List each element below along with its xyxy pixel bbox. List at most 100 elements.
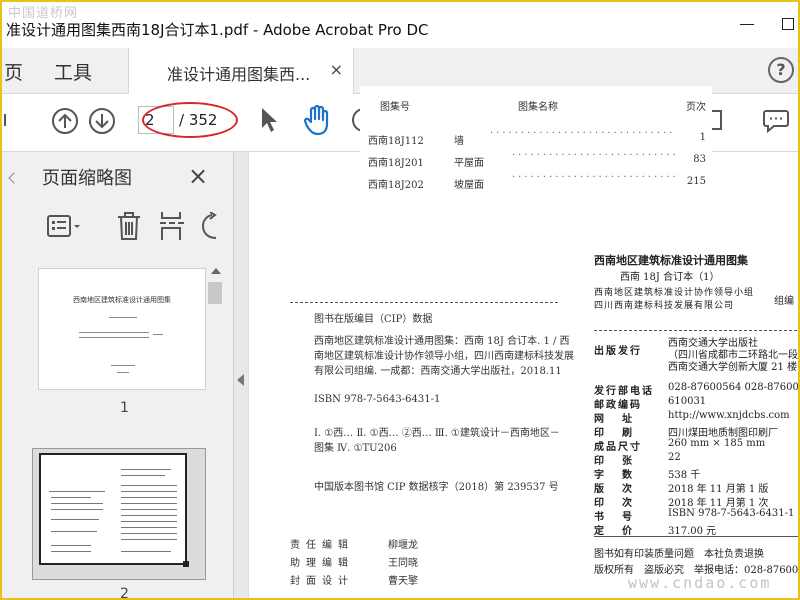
book-subtitle: 西南 18J 合订本（1） xyxy=(620,272,720,283)
pub-value: 028-87600564 028-87600533 xyxy=(668,382,799,393)
thumbnail-2-text-line xyxy=(121,491,177,492)
next-page-button[interactable] xyxy=(89,108,115,134)
document-view[interactable]: 图书在版编目（CIP）数据 西南地区建筑标准设计通用图集：西南 18J 合订本.… xyxy=(248,152,799,598)
credit-name: 柳堰龙 xyxy=(388,540,418,551)
thumbnail-2-text-line xyxy=(51,503,103,504)
table-row: 西南18J202 坡屋面 ···························… xyxy=(360,172,712,192)
thumbnail-options-button[interactable] xyxy=(46,214,84,240)
thumbnail-1-text-line xyxy=(79,332,149,333)
window-title: 准设计通用图集西南18J合订本1.pdf - Adobe Acrobat Pro… xyxy=(6,21,429,39)
thumbnail-2-text-line xyxy=(121,475,165,476)
column-header-page: 页次 xyxy=(686,102,706,113)
thumbnail-2-text-line xyxy=(51,497,91,498)
thumbnail-2-text-line xyxy=(121,509,177,510)
thumbnail-page-2-selected[interactable] xyxy=(32,448,206,580)
author-line: 西南地区建筑标准设计协作领导小组 xyxy=(594,288,755,298)
pub-label: 出版发行 xyxy=(594,346,642,357)
thumbnail-1-text-line xyxy=(153,334,163,335)
divider xyxy=(290,302,558,304)
collapse-panel-icon[interactable] xyxy=(237,374,244,386)
thumbnails-panel: 页面缩略图 × 西南地区建筑标准设计通用图集 1 2 xyxy=(2,152,234,600)
thumbnail-1-number: 1 xyxy=(120,400,129,416)
leader-dots: ······························ xyxy=(512,150,676,161)
thumbnail-2-text-line xyxy=(51,545,91,546)
trash-icon xyxy=(118,212,140,240)
thumbnail-2-text-line xyxy=(121,539,177,540)
tab-home[interactable]: 页 xyxy=(4,58,23,85)
comment-icon xyxy=(763,110,789,134)
thumbnail-resize-handle[interactable] xyxy=(183,561,189,567)
red-highlight-ellipse xyxy=(142,102,238,138)
thumbnail-page-1[interactable]: 西南地区建筑标准设计通用图集 xyxy=(38,268,206,390)
tab-tools[interactable]: 工具 xyxy=(54,58,92,85)
atlas-name: 坡屋面 xyxy=(454,180,484,191)
chevron-left-icon[interactable] xyxy=(4,114,10,126)
pub-label: 网址 xyxy=(594,414,650,425)
atlas-code: 西南18J201 xyxy=(368,158,424,169)
thumbnail-2-text-line xyxy=(51,509,103,510)
pub-value: 538 千 xyxy=(668,470,701,481)
delete-page-button[interactable] xyxy=(116,210,142,246)
atlas-name: 平屋面 xyxy=(454,158,484,169)
credit-role: 责任编辑 xyxy=(290,540,354,551)
credit-name: 王同晓 xyxy=(388,558,418,569)
column-header-code: 图集号 xyxy=(380,102,410,113)
rotate-page-button[interactable] xyxy=(198,211,220,246)
select-tool-button[interactable] xyxy=(259,106,281,138)
book-title: 西南地区建筑标准设计通用图集 xyxy=(594,254,748,267)
divider xyxy=(594,536,798,537)
atlas-page: 83 xyxy=(693,154,706,165)
pub-value: 317.00 元 xyxy=(668,526,717,537)
close-tab-icon[interactable]: × xyxy=(330,60,343,79)
thumbnail-2-text-line xyxy=(121,533,177,534)
panel-title: 页面缩略图 xyxy=(42,168,132,189)
watermark-bottom: www.cndao.com xyxy=(628,574,772,592)
pub-label: 发行部电话 xyxy=(594,386,654,397)
author-line: 四川西南建标科技发展有限公司 xyxy=(594,301,735,311)
thumbnail-2-text-line xyxy=(121,551,171,552)
panel-splitter[interactable] xyxy=(234,152,248,598)
close-panel-icon[interactable]: × xyxy=(188,162,208,190)
divider xyxy=(594,330,798,331)
pub-label: 书号 xyxy=(594,512,650,523)
thumbnail-scrollbar[interactable] xyxy=(206,262,224,598)
pub-label: 定价 xyxy=(594,526,650,537)
extract-pages-button[interactable] xyxy=(158,210,186,246)
scroll-up-icon[interactable] xyxy=(211,268,221,274)
arrow-up-icon xyxy=(58,113,72,128)
panel-pointer-icon xyxy=(8,172,20,184)
atlas-code: 西南18J112 xyxy=(368,136,424,147)
document-tab[interactable]: 准设计通用图集西... × xyxy=(128,48,354,94)
thumbnail-1-title: 西南地区建筑标准设计通用图集 xyxy=(73,296,171,304)
window-controls xyxy=(740,16,794,32)
thumbnail-page-2 xyxy=(39,453,187,565)
thumbnail-2-text-line xyxy=(51,551,91,552)
page-edge xyxy=(248,152,249,598)
pub-value: ISBN 978-7-5643-6431-1 xyxy=(668,508,795,519)
list-options-icon xyxy=(47,215,80,237)
pub-value: 610031 xyxy=(668,396,707,407)
thumbnail-2-number: 2 xyxy=(120,586,129,600)
comment-button[interactable] xyxy=(762,108,790,138)
minimize-button[interactable] xyxy=(740,16,754,32)
thumbnail-2-text-line xyxy=(121,521,177,522)
column-header-name: 图集名称 xyxy=(518,102,558,113)
previous-page-button[interactable] xyxy=(52,108,78,134)
pub-label: 印刷 xyxy=(594,428,650,439)
pub-label: 成品尺寸 xyxy=(594,442,642,453)
scrollbar-thumb[interactable] xyxy=(208,282,222,304)
help-icon[interactable]: ? xyxy=(768,57,794,83)
pub-label: 版次 xyxy=(594,484,650,495)
pub-value: 260 mm × 185 mm xyxy=(668,438,766,449)
maximize-button[interactable] xyxy=(782,18,794,30)
table-row: 西南18J112 墙 ·····························… xyxy=(360,128,712,148)
thumbnail-2-text-line xyxy=(49,491,105,492)
panel-toolbar xyxy=(42,208,232,248)
pub-label: 字数 xyxy=(594,470,650,481)
pointer-icon xyxy=(262,108,277,132)
thumbnail-1-text-line xyxy=(111,365,135,366)
hand-tool-button[interactable] xyxy=(302,104,332,140)
thumbnail-1-text-line xyxy=(109,317,137,318)
thumbnail-2-text-line xyxy=(121,485,177,486)
cip-classification: Ⅰ. ①西… Ⅱ. ①西… ②西… Ⅲ. ①建筑设计－西南地区－图集 Ⅳ. ①T… xyxy=(314,428,560,454)
